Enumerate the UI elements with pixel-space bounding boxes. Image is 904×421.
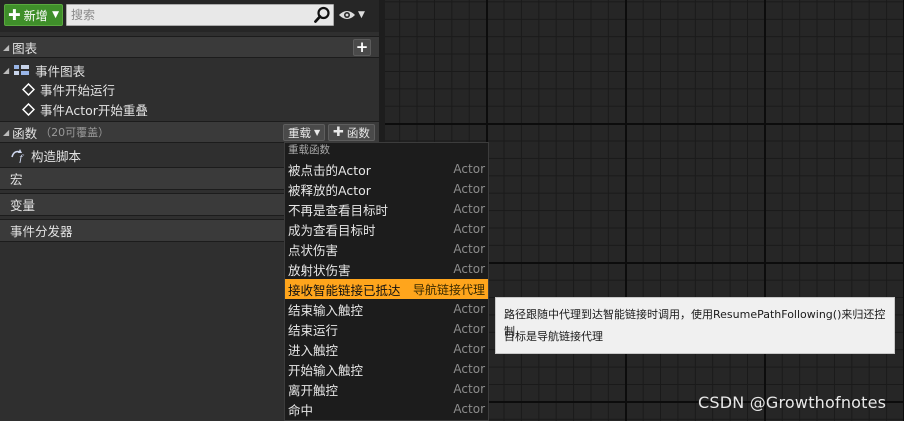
view-options-button[interactable]: ▼ — [338, 6, 370, 24]
chevron-down-icon: ▼ — [52, 10, 59, 20]
menu-item-category: Actor — [453, 182, 485, 196]
event-item[interactable]: 事件Actor开始重叠 — [22, 99, 148, 119]
event-label: 事件Actor开始重叠 — [40, 102, 148, 118]
add-function-button[interactable]: ✚ 函数 — [328, 124, 375, 141]
search-box[interactable] — [66, 4, 334, 26]
menu-item[interactable]: 离开触控 Actor — [285, 379, 488, 399]
menu-item-label: 命中 — [288, 402, 314, 418]
menu-item[interactable]: 放射状伤害 Actor — [285, 259, 488, 279]
event-label: 事件开始运行 — [40, 82, 116, 98]
menu-item-label: 放射状伤害 — [288, 262, 351, 278]
menu-items: 被点击的Actor Actor 被释放的Actor Actor 不再是查看目标时 Acto… — [285, 159, 488, 419]
dispatchers-label: 事件分发器 — [10, 224, 73, 239]
collapse-triangle-icon: ◢ — [3, 65, 10, 75]
override-function-menu: 重载函数 被点击的Actor Actor 被释放的Actor Actor 不再是查看目标… — [284, 142, 489, 421]
add-graph-button[interactable]: + — [353, 39, 371, 56]
menu-item[interactable]: 结束输入触控 Actor — [285, 299, 488, 319]
chevron-down-icon: ▼ — [314, 128, 321, 137]
menu-item-label: 开始输入触控 — [288, 362, 364, 378]
override-function-button[interactable]: 重载 ▼ — [283, 124, 326, 141]
menu-item[interactable]: 结束运行 Actor — [285, 319, 488, 339]
event-item[interactable]: 事件开始运行 — [22, 79, 115, 99]
panel-toolbar: ✚ 新增 ▼ ▼ — [0, 0, 379, 32]
menu-item[interactable]: 开始输入触控 Actor — [285, 359, 488, 379]
menu-item-label: 结束输入触控 — [288, 302, 364, 318]
construction-script-item[interactable]: f 构造脚本 — [10, 145, 81, 166]
watermark: CSDN @Growthofnotes — [698, 393, 887, 412]
plus-icon: ✚ — [8, 5, 21, 24]
svg-text:f: f — [18, 154, 25, 163]
chevron-down-icon: ▼ — [358, 10, 365, 20]
menu-header: 重载函数 — [288, 144, 330, 156]
event-graph-label: 事件图表 — [35, 63, 86, 79]
menu-item-label: 不再是查看目标时 — [288, 202, 389, 218]
search-icon[interactable] — [313, 6, 331, 24]
menu-item-category: Actor — [453, 202, 485, 216]
add-function-label: 函数 — [346, 125, 370, 140]
menu-item-category: Actor — [453, 302, 485, 316]
menu-item-category: Actor — [453, 382, 485, 396]
menu-item[interactable]: 被点击的Actor Actor — [285, 159, 488, 179]
collapse-triangle-icon: ◢ — [3, 42, 10, 52]
add-new-button[interactable]: ✚ 新增 ▼ — [4, 4, 63, 26]
menu-item[interactable]: 被释放的Actor Actor — [285, 179, 488, 199]
menu-item-label: 结束运行 — [288, 322, 339, 338]
menu-item-label: 被点击的Actor — [288, 162, 371, 178]
construction-script-label: 构造脚本 — [31, 149, 82, 164]
menu-item-label: 被释放的Actor — [288, 182, 371, 198]
event-graph-icon — [14, 65, 30, 75]
menu-item-category: Actor — [453, 362, 485, 376]
menu-item-category: Actor — [453, 222, 485, 236]
menu-item-category: 导航链接代理 — [412, 282, 485, 297]
add-new-label: 新增 — [23, 8, 48, 23]
menu-item-category: Actor — [453, 262, 485, 276]
menu-item-label: 成为查看目标时 — [288, 222, 376, 238]
event-diamond-icon — [22, 82, 35, 96]
menu-item[interactable]: 不再是查看目标时 Actor — [285, 199, 488, 219]
menu-item-category: Actor — [453, 242, 485, 256]
menu-item-label: 离开触控 — [288, 382, 339, 398]
menu-item-category: Actor — [453, 162, 485, 176]
variables-label: 变量 — [10, 198, 36, 213]
function-tooltip: 路径跟随中代理到达智能链接时调用，使用ResumePathFollowing()… — [495, 297, 895, 354]
event-diamond-icon — [22, 102, 35, 116]
overridable-count: （20可覆盖） — [40, 126, 110, 139]
menu-item[interactable]: 进入触控 Actor — [285, 339, 488, 359]
menu-item[interactable]: 命中 Actor — [285, 399, 488, 419]
graphs-section-header[interactable]: ◢ 图表 + — [0, 36, 379, 58]
eye-icon — [339, 11, 355, 19]
tooltip-target: 目标是导航链接代理 — [504, 330, 603, 343]
functions-section-label: 函数 — [12, 125, 38, 141]
menu-item-category: Actor — [453, 322, 485, 336]
search-input[interactable] — [69, 6, 309, 24]
menu-item-label: 接收智能链接已抵达 — [288, 282, 401, 298]
function-icon: f — [11, 148, 25, 163]
macros-label: 宏 — [10, 172, 23, 187]
menu-item[interactable]: 点状伤害 Actor — [285, 239, 488, 259]
event-graph-item[interactable]: ◢ 事件图表 — [3, 60, 85, 80]
plus-icon: ✚ — [333, 125, 344, 140]
graphs-section-label: 图表 — [12, 40, 38, 56]
menu-item-category: Actor — [453, 402, 485, 416]
override-label: 重载 — [288, 125, 311, 140]
tooltip-description: 路径跟随中代理到达智能链接时调用，使用ResumePathFollowing()… — [504, 308, 886, 338]
menu-item[interactable]: 成为查看目标时 Actor — [285, 219, 488, 239]
menu-item-category: Actor — [453, 342, 485, 356]
menu-item[interactable]: 接收智能链接已抵达 导航链接代理 — [285, 279, 488, 299]
collapse-triangle-icon: ◢ — [3, 127, 10, 137]
menu-item-label: 点状伤害 — [288, 242, 339, 258]
menu-item-label: 进入触控 — [288, 342, 339, 358]
